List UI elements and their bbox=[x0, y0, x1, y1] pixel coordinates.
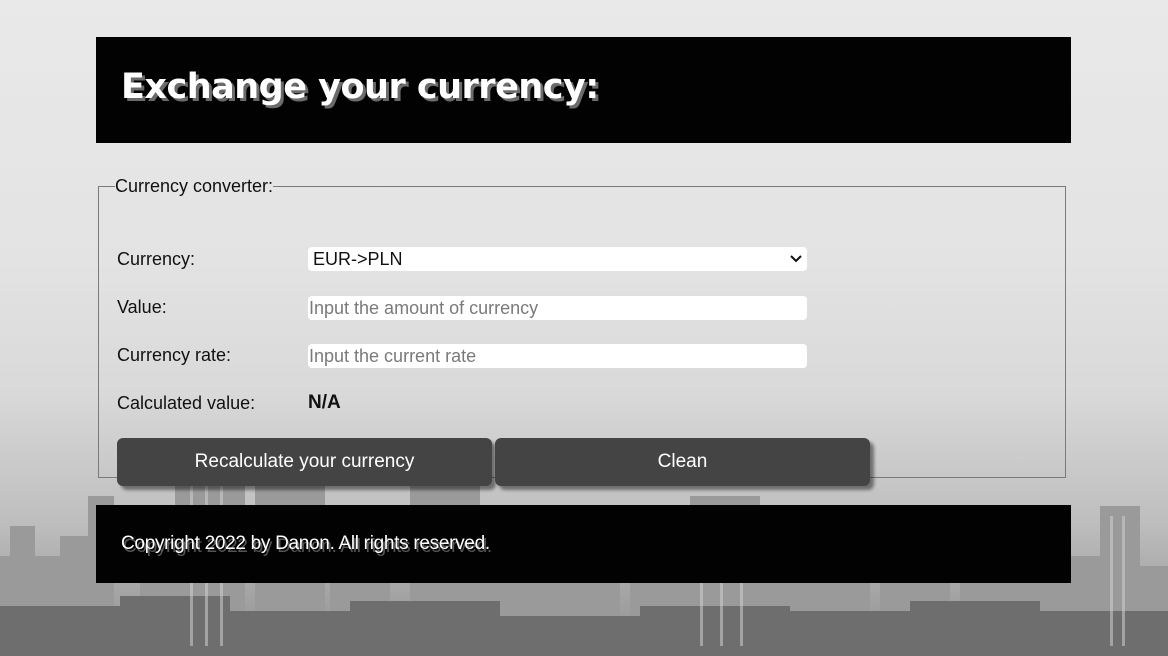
clean-button[interactable]: Clean bbox=[495, 438, 870, 486]
value-label: Value: bbox=[117, 297, 167, 317]
page-header: Exchange your currency: bbox=[96, 37, 1071, 143]
currency-selected-value: EUR->PLN bbox=[313, 248, 403, 269]
calculated-value-label: Calculated value: bbox=[117, 393, 256, 413]
page-footer: Copyright 2022 by Danon. All rights rese… bbox=[96, 505, 1071, 583]
currency-rate-input[interactable] bbox=[308, 344, 807, 368]
converter-legend: Currency converter: bbox=[115, 176, 274, 196]
chevron-down-icon bbox=[789, 252, 803, 266]
currency-select[interactable]: EUR->PLN bbox=[308, 247, 807, 271]
copyright-text: Copyright 2022 by Danon. All rights rese… bbox=[121, 533, 490, 554]
currency-converter-form: Currency converter: Currency: EUR->PLN V… bbox=[98, 176, 1066, 486]
currency-label: Currency: bbox=[117, 249, 196, 269]
value-input[interactable] bbox=[308, 296, 807, 320]
recalculate-button[interactable]: Recalculate your currency bbox=[117, 438, 492, 486]
calculated-value-result: N/A bbox=[308, 392, 341, 413]
page-title: Exchange your currency: bbox=[121, 67, 599, 107]
currency-rate-label: Currency rate: bbox=[117, 345, 232, 365]
